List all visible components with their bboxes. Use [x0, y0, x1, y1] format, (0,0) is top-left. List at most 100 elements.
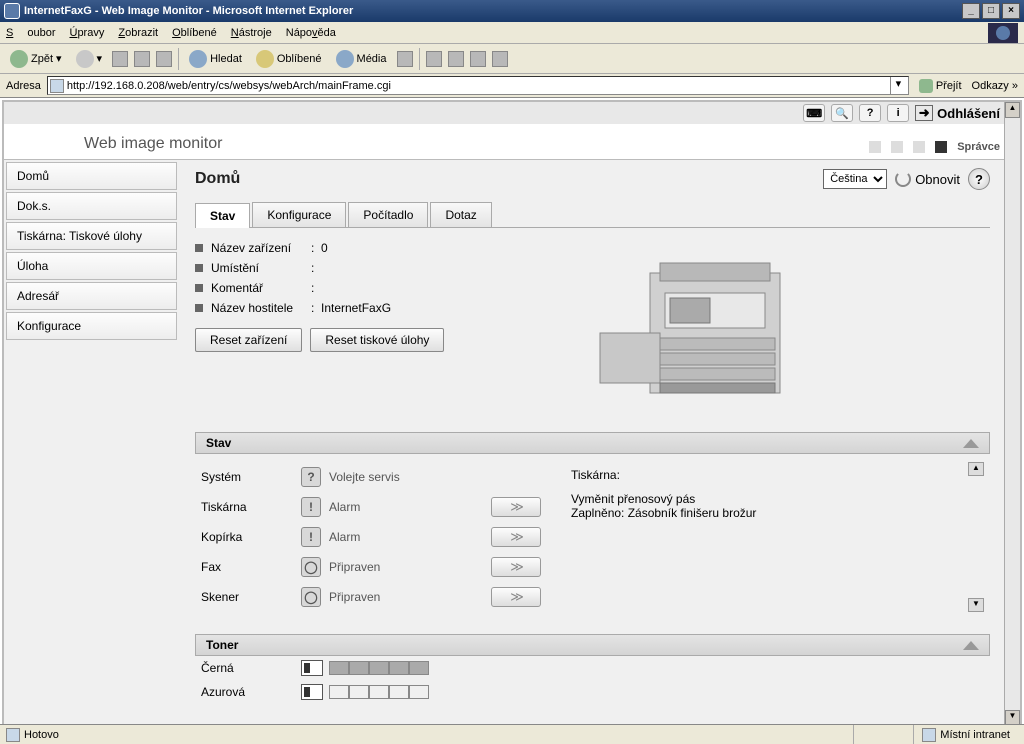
toner-section-header[interactable]: Toner [195, 634, 990, 656]
tab-status[interactable]: Stav [195, 203, 250, 228]
sidebar-item-job[interactable]: Úloha [6, 252, 177, 280]
page-title: Domů [195, 170, 240, 188]
minimize-button[interactable]: _ [962, 3, 980, 19]
edit-icon[interactable] [470, 51, 486, 67]
help-button[interactable]: ? [968, 168, 990, 190]
sidebar-item-config[interactable]: Konfigurace [6, 312, 177, 340]
discuss-icon[interactable] [492, 51, 508, 67]
help-button-top[interactable]: ? [859, 104, 881, 122]
address-input[interactable]: http://192.168.0.208/web/entry/cs/websys… [47, 76, 909, 95]
sidebar-item-addressbook[interactable]: Adresář [6, 282, 177, 310]
language-select[interactable]: Čeština [823, 169, 887, 189]
menu-edit[interactable]: Úpravy [69, 27, 104, 39]
close-button[interactable]: × [1002, 3, 1020, 19]
collapse-icon [963, 439, 979, 448]
forward-icon [76, 50, 94, 68]
msg-line-2: Zaplněno: Zásobník finišeru brožur [571, 506, 984, 520]
sidebar-item-printer-jobs[interactable]: Tiskárna: Tiskové úlohy [6, 222, 177, 250]
forward-button[interactable]: ▾ [72, 48, 107, 70]
status-done: Hotovo [6, 728, 59, 742]
history-icon[interactable] [397, 51, 413, 67]
product-title: Web image monitor [84, 135, 222, 153]
alarm-icon: ! [301, 527, 321, 547]
search-button-page[interactable]: 🔍 [831, 104, 853, 122]
device-info: Název zařízení:0 Umístění: Komentář: Náz… [195, 238, 545, 418]
toner-level-black [329, 661, 429, 675]
toner-list: Černá Azurová [195, 656, 990, 704]
copier-details-button[interactable]: ≫ [491, 527, 541, 547]
search-icon [189, 50, 207, 68]
sidebar-item-home[interactable]: Domů [6, 162, 177, 190]
toolbar: Zpět ▾ ▾ Hledat Oblíbené Média [0, 44, 1024, 74]
mini-icon-1 [869, 141, 881, 153]
toner-icon [301, 660, 323, 676]
status-section-header[interactable]: Stav [195, 432, 990, 454]
reset-jobs-button[interactable]: Reset tiskové úlohy [310, 328, 444, 352]
intranet-icon [922, 728, 936, 742]
back-button[interactable]: Zpět ▾ [6, 48, 66, 70]
menu-help[interactable]: Nápověda [286, 27, 336, 39]
mail-icon[interactable] [426, 51, 442, 67]
go-icon [919, 79, 933, 93]
sidebar: Domů Dok.s. Tiskárna: Tiskové úlohy Úloh… [4, 160, 179, 726]
maximize-button[interactable]: □ [982, 3, 1000, 19]
tab-config[interactable]: Konfigurace [252, 202, 346, 227]
scroll-up-button[interactable]: ▲ [968, 462, 984, 476]
media-icon [336, 50, 354, 68]
window-titlebar: InternetFaxG - Web Image Monitor - Micro… [0, 0, 1024, 22]
favorites-button[interactable]: Oblíbené [252, 48, 326, 70]
app-icon [4, 3, 20, 19]
status-message-panel: ▲ Tiskárna: Vyměnit přenosový pás Zaplně… [571, 462, 984, 612]
star-icon [256, 50, 274, 68]
ready-icon: ◯ [301, 587, 321, 607]
wrench-icon: ? [301, 467, 321, 487]
address-dropdown-icon[interactable]: ▾ [890, 77, 906, 94]
refresh-button[interactable]: Obnovit [895, 171, 960, 187]
scroll-down-button[interactable]: ▼ [968, 598, 984, 612]
printer-details-button[interactable]: ≫ [491, 497, 541, 517]
page-icon-status [6, 728, 20, 742]
logout-button[interactable]: ➜ Odhlášení [915, 105, 1000, 121]
reset-device-button[interactable]: Reset zařízení [195, 328, 302, 352]
mini-icon-4 [935, 141, 947, 153]
status-row-system: Systém ? Volejte servis [201, 462, 541, 492]
status-row-copier: Kopírka ! Alarm ≫ [201, 522, 541, 552]
tab-inquiry[interactable]: Dotaz [430, 202, 491, 227]
links-label[interactable]: Odkazy » [972, 80, 1018, 92]
sidebar-item-docs[interactable]: Dok.s. [6, 192, 177, 220]
go-button[interactable]: Přejít [915, 79, 966, 93]
msg-line-1: Vyměnit přenosový pás [571, 492, 984, 506]
browser-statusbar: Hotovo Místní intranet [0, 724, 1024, 744]
role-label: Správce [957, 141, 1000, 153]
back-icon [10, 50, 28, 68]
refresh-icon[interactable] [134, 51, 150, 67]
search-button[interactable]: Hledat [185, 48, 246, 70]
msg-title: Tiskárna: [571, 468, 984, 482]
menu-view[interactable]: Zobrazit [118, 27, 158, 39]
refresh-icon-page [895, 171, 911, 187]
ready-icon: ◯ [301, 557, 321, 577]
scanner-details-button[interactable]: ≫ [491, 587, 541, 607]
addressbar: Adresa http://192.168.0.208/web/entry/cs… [0, 74, 1024, 98]
product-header: Web image monitor Správce [4, 124, 1020, 160]
menu-file[interactable]: Soubor [6, 27, 55, 39]
keyboard-button[interactable]: ⌨ [803, 104, 825, 122]
address-label: Adresa [6, 80, 41, 92]
info-button[interactable]: i [887, 104, 909, 122]
media-button[interactable]: Média [332, 48, 391, 70]
page-scrollbar[interactable]: ▲ ▼ [1004, 102, 1020, 726]
printer-image [565, 238, 845, 418]
mini-icon-2 [891, 141, 903, 153]
menu-favorites[interactable]: Oblíbené [172, 27, 217, 39]
logout-icon: ➜ [915, 105, 933, 121]
fax-details-button[interactable]: ≫ [491, 557, 541, 577]
toner-icon [301, 684, 323, 700]
tab-counter[interactable]: Počítadlo [348, 202, 428, 227]
stop-icon[interactable] [112, 51, 128, 67]
ie-logo [988, 23, 1018, 43]
home-icon[interactable] [156, 51, 172, 67]
print-icon[interactable] [448, 51, 464, 67]
security-zone: Místní intranet [913, 725, 1018, 744]
menu-tools[interactable]: Nástroje [231, 27, 272, 39]
status-row-printer: Tiskárna ! Alarm ≫ [201, 492, 541, 522]
